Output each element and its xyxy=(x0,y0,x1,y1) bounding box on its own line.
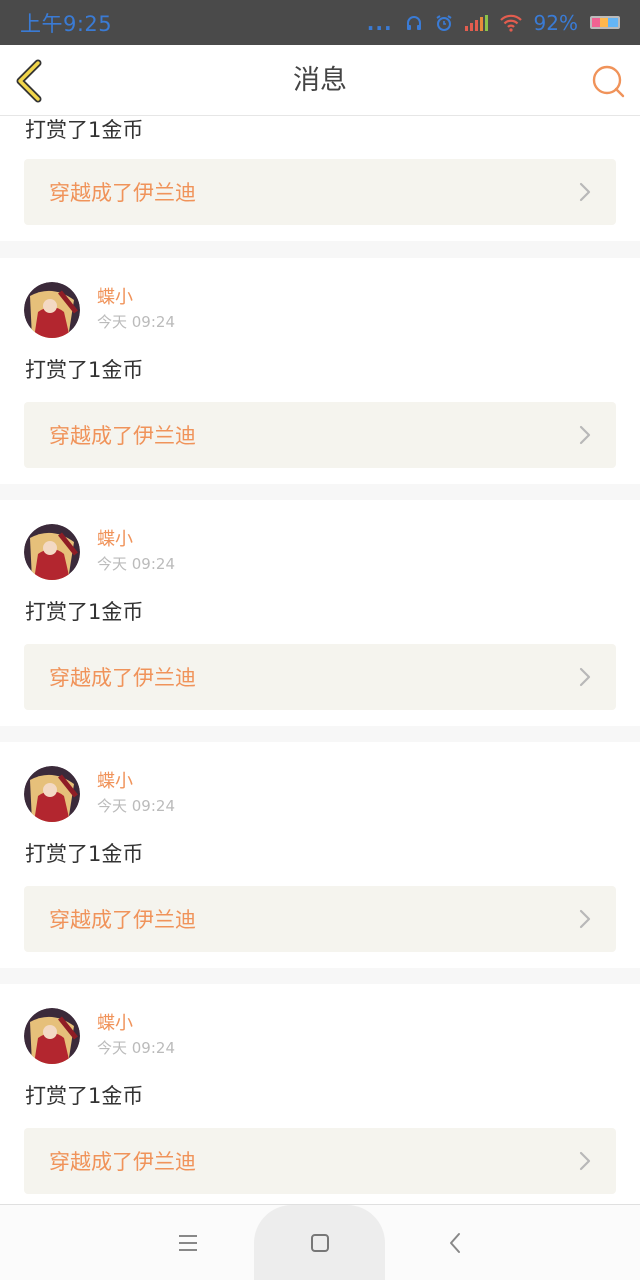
avatar[interactable] xyxy=(24,282,80,338)
back-button[interactable] xyxy=(12,59,52,103)
status-icons: ... 92% xyxy=(367,11,620,35)
message-text: 打赏了1金币 xyxy=(25,600,144,624)
message-link[interactable]: 穿越成了伊兰迪 xyxy=(24,644,616,710)
chevron-right-icon xyxy=(579,182,591,202)
chevron-left-icon xyxy=(16,59,42,103)
message-card: 蝶小 今天 09:24 打赏了1金币 穿越成了伊兰迪 xyxy=(0,258,640,484)
system-nav-bar xyxy=(0,1204,640,1280)
home-square-icon xyxy=(310,1234,329,1252)
alarm-icon xyxy=(435,14,452,31)
avatar[interactable] xyxy=(24,524,80,580)
back-arrow-icon xyxy=(450,1233,460,1253)
headphones-icon xyxy=(406,15,421,30)
user-name[interactable]: 蝶小 xyxy=(97,286,175,310)
status-bar: 上午9:25 ... 92% xyxy=(0,0,640,45)
message-text: 打赏了1金币 xyxy=(25,118,144,142)
page-title: 消息 xyxy=(293,65,347,96)
message-card: 打赏了1金币 穿越成了伊兰迪 xyxy=(0,116,640,241)
message-link-label: 穿越成了伊兰迪 xyxy=(49,908,196,932)
message-link[interactable]: 穿越成了伊兰迪 xyxy=(24,886,616,952)
avatar[interactable] xyxy=(24,766,80,822)
message-link-label: 穿越成了伊兰迪 xyxy=(49,1150,196,1174)
message-link-label: 穿越成了伊兰迪 xyxy=(49,666,196,690)
message-link[interactable]: 穿越成了伊兰迪 xyxy=(24,402,616,468)
status-time: 上午9:25 xyxy=(20,11,113,36)
user-name[interactable]: 蝶小 xyxy=(97,770,175,794)
message-card: 蝶小 今天 09:24 打赏了1金币 穿越成了伊兰迪 xyxy=(0,742,640,968)
message-time: 今天 09:24 xyxy=(97,797,175,815)
message-text: 打赏了1金币 xyxy=(25,1084,144,1108)
message-header: 蝶小 今天 09:24 xyxy=(24,524,175,580)
message-link[interactable]: 穿越成了伊兰迪 xyxy=(24,159,616,225)
menu-button[interactable] xyxy=(148,1205,228,1280)
message-header: 蝶小 今天 09:24 xyxy=(24,1008,175,1064)
chevron-right-icon xyxy=(579,667,591,687)
battery-percent: 92% xyxy=(533,10,578,35)
app-header: 消息 xyxy=(0,45,640,116)
search-button[interactable] xyxy=(590,63,626,99)
message-link[interactable]: 穿越成了伊兰迪 xyxy=(24,1128,616,1194)
wifi-icon xyxy=(499,14,522,32)
chevron-right-icon xyxy=(579,909,591,929)
back-nav-button[interactable] xyxy=(415,1205,495,1280)
user-name[interactable]: 蝶小 xyxy=(97,528,175,552)
message-text: 打赏了1金币 xyxy=(25,358,144,382)
battery-icon xyxy=(590,16,620,29)
message-link-label: 穿越成了伊兰迪 xyxy=(49,424,196,448)
signal-icon xyxy=(464,14,488,31)
message-link-label: 穿越成了伊兰迪 xyxy=(49,181,196,205)
chevron-right-icon xyxy=(579,1151,591,1171)
chevron-right-icon xyxy=(579,425,591,445)
message-card: 蝶小 今天 09:24 打赏了1金币 穿越成了伊兰迪 xyxy=(0,984,640,1204)
message-time: 今天 09:24 xyxy=(97,555,175,573)
menu-icon xyxy=(179,1235,197,1251)
message-time: 今天 09:24 xyxy=(97,1039,175,1057)
message-header: 蝶小 今天 09:24 xyxy=(24,282,175,338)
message-list[interactable]: 打赏了1金币 穿越成了伊兰迪 蝶小 今天 09:24 打赏了1金币 穿越成了伊兰… xyxy=(0,116,640,1204)
message-card: 蝶小 今天 09:24 打赏了1金币 穿越成了伊兰迪 xyxy=(0,500,640,726)
message-header: 蝶小 今天 09:24 xyxy=(24,766,175,822)
message-text: 打赏了1金币 xyxy=(25,842,144,866)
notification-dots: ... xyxy=(366,10,393,35)
message-time: 今天 09:24 xyxy=(97,313,175,331)
user-name[interactable]: 蝶小 xyxy=(97,1012,175,1036)
home-button[interactable] xyxy=(254,1205,385,1280)
avatar[interactable] xyxy=(24,1008,80,1064)
